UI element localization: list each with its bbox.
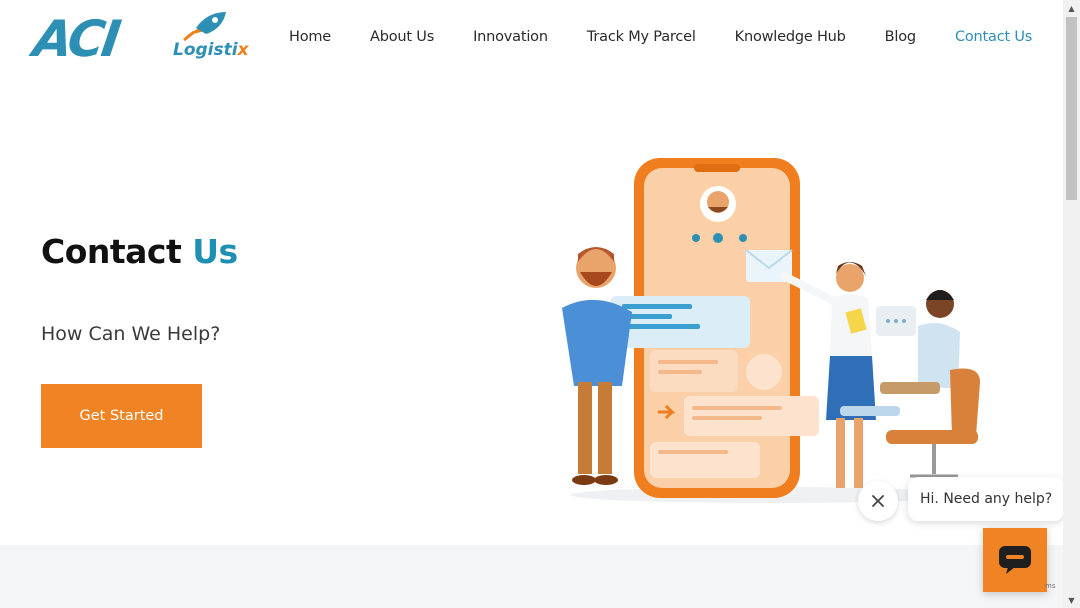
chat-close-button[interactable] (858, 481, 898, 521)
contact-illustration (562, 158, 980, 503)
chat-greeting-bubble[interactable]: Hi. Need any help? (908, 477, 1063, 521)
logo-subtitle: Logistix (173, 40, 249, 60)
page: ACI Logistix Home About Us Innovation Tr… (0, 0, 1063, 608)
logo-subtitle-x: x (237, 40, 249, 60)
site-header: ACI Logistix Home About Us Innovation Tr… (0, 0, 1063, 78)
chat-icon (999, 546, 1031, 574)
scroll-down-arrow-icon[interactable]: ▼ (1063, 592, 1080, 608)
page-subtitle: How Can We Help? (41, 323, 221, 345)
recaptcha-text: ms (1045, 582, 1056, 590)
page-title: Contact Us (41, 232, 238, 271)
nav-about-us[interactable]: About Us (370, 29, 434, 45)
get-started-button[interactable]: Get Started (41, 384, 202, 448)
nav-home[interactable]: Home (289, 29, 331, 45)
site-logo[interactable]: ACI Logistix (30, 8, 249, 68)
close-icon (872, 495, 884, 507)
rocket-icon (183, 12, 226, 42)
nav-contact-us[interactable]: Contact Us (955, 29, 1032, 45)
logo-mark: ACI (29, 10, 122, 68)
scroll-thumb[interactable] (1066, 17, 1077, 200)
page-scrollbar[interactable]: ▲ ▼ (1063, 0, 1080, 608)
nav-blog[interactable]: Blog (885, 29, 916, 45)
scroll-up-arrow-icon[interactable]: ▲ (1063, 0, 1080, 16)
logo-subtitle-main: Logisti (173, 40, 238, 60)
nav-track-my-parcel[interactable]: Track My Parcel (587, 29, 696, 45)
page-title-main: Contact (41, 232, 193, 271)
nav-innovation[interactable]: Innovation (473, 29, 548, 45)
footer-band (0, 545, 1063, 608)
chat-greeting-text: Hi. Need any help? (920, 491, 1053, 507)
nav-knowledge-hub[interactable]: Knowledge Hub (735, 29, 846, 45)
chat-launcher-button[interactable] (983, 528, 1047, 592)
page-title-accent: Us (192, 232, 238, 271)
main-nav: Home About Us Innovation Track My Parcel… (289, 29, 1032, 45)
